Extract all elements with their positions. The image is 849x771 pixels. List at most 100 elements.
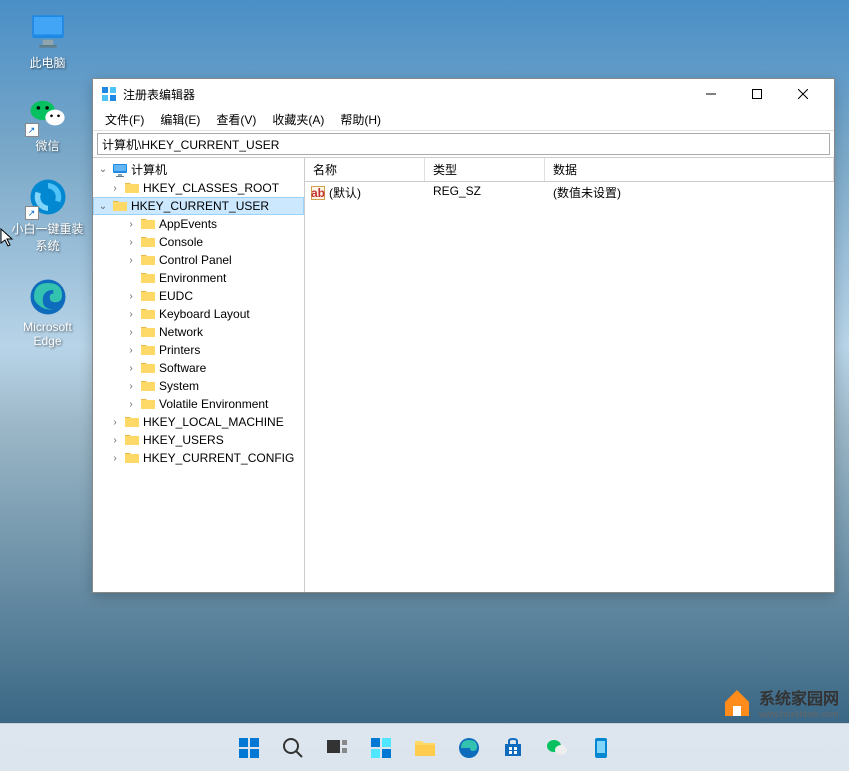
titlebar[interactable]: 注册表编辑器 (93, 79, 834, 109)
chevron-icon[interactable]: › (125, 308, 137, 320)
chevron-icon[interactable]: › (109, 416, 121, 428)
folder-icon (112, 198, 128, 214)
column-header-type[interactable]: 类型 (425, 158, 545, 181)
app-icon (589, 736, 613, 760)
windows-icon (237, 736, 261, 760)
taskview-icon (325, 736, 349, 760)
tree-hive[interactable]: ⌄ HKEY_CURRENT_USER (93, 197, 304, 215)
taskbar-store[interactable] (493, 728, 533, 768)
folder-icon (140, 216, 156, 232)
watermark-logo-icon (721, 686, 753, 718)
tree-label: Volatile Environment (159, 397, 268, 411)
chevron-icon[interactable]: › (125, 290, 137, 302)
chevron-icon[interactable]: ⌄ (97, 200, 109, 212)
chevron-down-icon[interactable]: ⌄ (97, 164, 109, 176)
folder-icon (140, 342, 156, 358)
maximize-button[interactable] (734, 79, 780, 109)
menu-favorites[interactable]: 收藏夹(A) (264, 109, 332, 130)
shortcut-arrow-icon: ↗ (25, 206, 39, 220)
tree-key[interactable]: ›Printers (93, 341, 304, 359)
tree-hive[interactable]: ›HKEY_USERS (93, 431, 304, 449)
this-pc-icon (27, 10, 69, 52)
folder-icon (140, 324, 156, 340)
tree-label: HKEY_CLASSES_ROOT (143, 181, 279, 195)
chevron-icon[interactable]: › (125, 326, 137, 338)
tree-label: HKEY_CURRENT_USER (131, 199, 269, 213)
desktop-icon-edge[interactable]: Microsoft Edge (10, 276, 85, 348)
tree-root[interactable]: ⌄ 计算机 (93, 160, 304, 179)
reg-string-icon: ab (311, 186, 325, 200)
search-icon (281, 736, 305, 760)
taskbar-search[interactable] (273, 728, 313, 768)
menu-view[interactable]: 查看(V) (208, 109, 264, 130)
chevron-icon[interactable]: › (125, 380, 137, 392)
desktop-icon-label: 微信 (35, 137, 59, 154)
folder-icon (124, 450, 140, 466)
tree-label: HKEY_LOCAL_MACHINE (143, 415, 284, 429)
value-type: REG_SZ (425, 184, 545, 201)
close-button[interactable] (780, 79, 826, 109)
tree-key[interactable]: › Network (93, 323, 304, 341)
chevron-icon[interactable]: › (125, 362, 137, 374)
taskbar-widgets[interactable] (361, 728, 401, 768)
tree-panel[interactable]: ⌄ 计算机 › HKEY_CLASSES_ROOT ⌄ HKEY_CURRENT_US… (93, 158, 305, 592)
desktop-icons: 此电脑 ↗ 微信 ↗ 小白一键重装系统 Microsoft Edge (10, 10, 85, 370)
chevron-icon[interactable]: › (125, 254, 137, 266)
taskbar-edge[interactable] (449, 728, 489, 768)
chevron-icon[interactable]: › (125, 398, 137, 410)
shortcut-arrow-icon: ↗ (25, 123, 39, 137)
taskbar-app[interactable] (581, 728, 621, 768)
tree-key[interactable]: Environment (93, 269, 304, 287)
tree-label: Network (159, 325, 203, 339)
tree-hive[interactable]: ›HKEY_CURRENT_CONFIG (93, 449, 304, 467)
taskbar-taskview[interactable] (317, 728, 357, 768)
chevron-icon[interactable]: › (109, 434, 121, 446)
chevron-icon[interactable] (125, 272, 137, 284)
chevron-icon[interactable]: › (109, 182, 121, 194)
tree-key[interactable]: ›EUDC (93, 287, 304, 305)
desktop-icon-installer[interactable]: ↗ 小白一键重装系统 (10, 176, 85, 254)
list-body[interactable]: ab(默认) REG_SZ (数值未设置) (305, 182, 834, 592)
folder-icon (140, 396, 156, 412)
desktop-icon-pc[interactable]: 此电脑 (10, 10, 85, 71)
tree-label: Keyboard Layout (159, 307, 250, 321)
folder-icon (124, 414, 140, 430)
start-button[interactable] (229, 728, 269, 768)
taskbar-wechat[interactable] (537, 728, 577, 768)
tree-hive[interactable]: › HKEY_LOCAL_MACHINE (93, 413, 304, 431)
desktop-icon-wechat[interactable]: ↗ 微信 (10, 93, 85, 154)
folder-icon (140, 252, 156, 268)
tree-key[interactable]: ›Software (93, 359, 304, 377)
tree-key[interactable]: ›Console (93, 233, 304, 251)
folder-icon (140, 378, 156, 394)
desktop-icon-label: 小白一键重装系统 (10, 220, 85, 254)
regedit-window: 注册表编辑器 文件(F) 编辑(E) 查看(V) 收藏夹(A) 帮助(H) 计算… (92, 78, 835, 593)
folder-icon (140, 270, 156, 286)
tree-key[interactable]: ›Control Panel (93, 251, 304, 269)
tree-hive[interactable]: › HKEY_CLASSES_ROOT (93, 179, 304, 197)
tree-key[interactable]: › Volatile Environment (93, 395, 304, 413)
tree-key[interactable]: › Keyboard Layout (93, 305, 304, 323)
chevron-icon[interactable]: › (109, 452, 121, 464)
address-bar[interactable]: 计算机\HKEY_CURRENT_USER (97, 133, 830, 155)
column-header-data[interactable]: 数据 (545, 158, 834, 181)
folder-icon (413, 736, 437, 760)
menu-file[interactable]: 文件(F) (97, 109, 152, 130)
desktop-icon-label: 此电脑 (29, 54, 65, 71)
menu-help[interactable]: 帮助(H) (332, 109, 389, 130)
edge-icon (27, 276, 69, 318)
column-header-name[interactable]: 名称 (305, 158, 425, 181)
tree-key[interactable]: ›AppEvents (93, 215, 304, 233)
chevron-icon[interactable]: › (125, 218, 137, 230)
list-row[interactable]: ab(默认) REG_SZ (数值未设置) (305, 182, 834, 203)
taskbar-explorer[interactable] (405, 728, 445, 768)
wechat-icon (545, 736, 569, 760)
list-header: 名称 类型 数据 (305, 158, 834, 182)
value-name: (默认) (329, 184, 361, 201)
minimize-button[interactable] (688, 79, 734, 109)
tree-key[interactable]: ›System (93, 377, 304, 395)
chevron-icon[interactable]: › (125, 236, 137, 248)
content-area: ⌄ 计算机 › HKEY_CLASSES_ROOT ⌄ HKEY_CURRENT_US… (93, 157, 834, 592)
chevron-icon[interactable]: › (125, 344, 137, 356)
menu-edit[interactable]: 编辑(E) (152, 109, 208, 130)
